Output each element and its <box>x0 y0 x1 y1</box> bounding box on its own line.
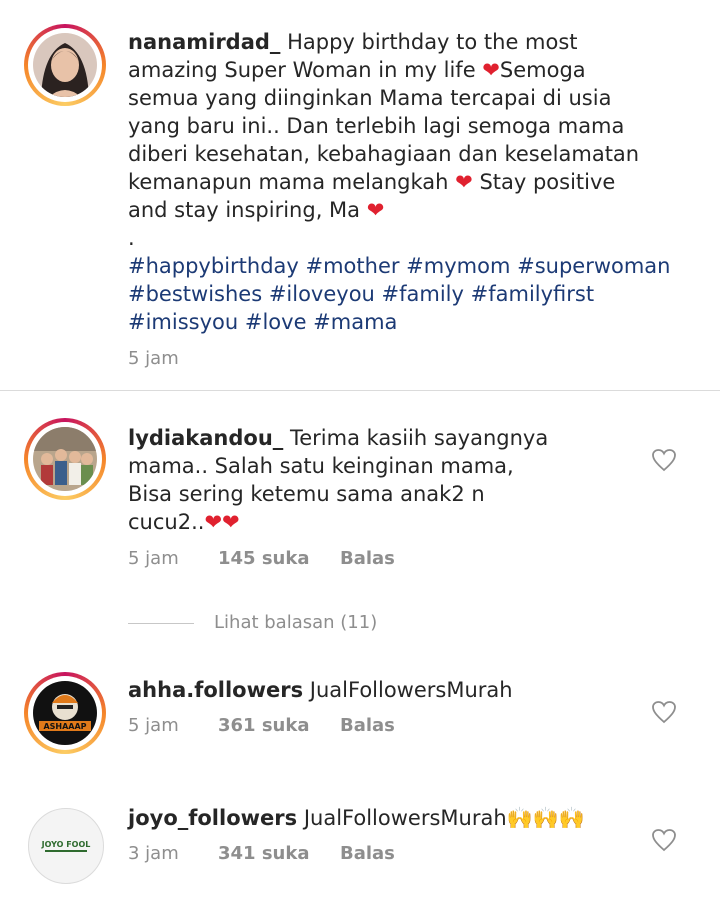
comment-text: ahha.followers JualFollowersMurah <box>128 678 513 702</box>
comment-avatar-ring[interactable] <box>24 418 106 500</box>
like-heart-icon[interactable] <box>651 828 677 852</box>
reply-button[interactable]: Balas <box>340 548 395 569</box>
like-count[interactable]: 341 suka <box>218 843 340 864</box>
caption-text: nanamirdad_ Happy birthday to the most a… <box>128 28 688 336</box>
reply-button[interactable]: Balas <box>340 715 395 736</box>
comment-meta: 5 jam 361 suka Balas <box>128 715 395 736</box>
comment-time: 3 jam <box>128 843 179 864</box>
heart-emoji-icon: ❤ <box>482 58 500 82</box>
caption-avatar-ring[interactable] <box>24 24 106 106</box>
comment-username[interactable]: joyo_followers <box>128 806 297 830</box>
avatar-logo-text: JOYO FOOL <box>41 840 91 849</box>
view-replies-button[interactable]: Lihat balasan (11) <box>128 612 377 633</box>
post-caption: nanamirdad_ Happy birthday to the most a… <box>0 0 720 390</box>
like-heart-icon[interactable] <box>651 448 677 472</box>
caption-time: 5 jam <box>128 348 179 369</box>
heart-emoji-icon: ❤ <box>366 198 385 222</box>
like-count[interactable]: 361 suka <box>218 715 340 736</box>
avatar-logo-text: ASHAAAP <box>43 722 86 731</box>
avatar[interactable]: JOYO FOOL <box>28 808 104 884</box>
like-count[interactable]: 145 suka <box>218 548 340 569</box>
reply-button[interactable]: Balas <box>340 843 395 864</box>
avatar <box>33 33 97 97</box>
avatar <box>33 427 97 491</box>
comment-username[interactable]: lydiakandou_ <box>128 426 283 450</box>
hashtag-line[interactable]: #imissyou #love #mama <box>128 308 688 336</box>
comment-username[interactable]: ahha.followers <box>128 678 303 702</box>
comment-avatar-ring[interactable]: ASHAAAP <box>24 672 106 754</box>
comment-text: joyo_followers JualFollowersMurah🙌🙌🙌 <box>128 806 586 830</box>
comment-text: lydiakandou_ Terima kasiih sayangnya mam… <box>128 426 549 534</box>
replies-line <box>128 622 194 624</box>
comment-meta: 5 jam 145 suka Balas <box>128 548 395 569</box>
caption-username[interactable]: nanamirdad_ <box>128 30 280 54</box>
like-heart-icon[interactable] <box>651 700 677 724</box>
comment-meta: 3 jam 341 suka Balas <box>128 843 395 864</box>
hashtag-line[interactable]: #bestwishes #iloveyou #family #familyfir… <box>128 280 688 308</box>
avatar: ASHAAAP <box>33 681 97 745</box>
divider <box>0 390 720 391</box>
comment-time: 5 jam <box>128 548 179 569</box>
heart-emoji-icon: ❤ <box>455 170 473 194</box>
hashtag-line[interactable]: #happybirthday #mother #mymom #superwoma… <box>128 252 688 280</box>
heart-emoji-icon: ❤❤ <box>204 510 240 534</box>
caption-meta: 5 jam <box>128 348 218 369</box>
comment-time: 5 jam <box>128 715 179 736</box>
raising-hands-emoji-icon: 🙌🙌🙌 <box>506 806 586 830</box>
